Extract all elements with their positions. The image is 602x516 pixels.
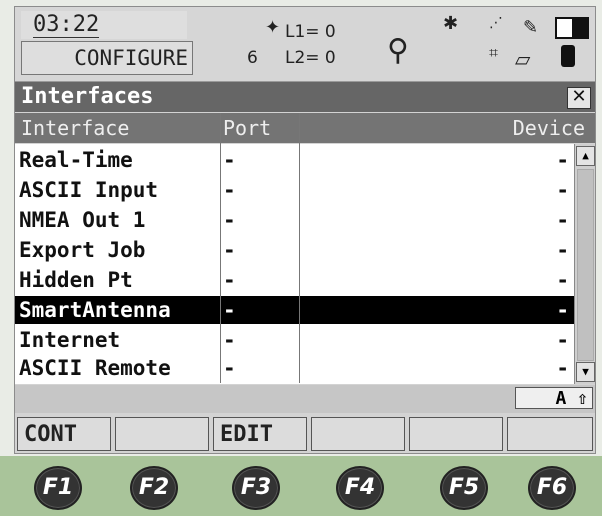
table-header: Interface Port Device xyxy=(15,113,595,143)
scroll-down-icon[interactable]: ▼ xyxy=(576,362,595,382)
pen-icon: ✎ xyxy=(523,17,539,38)
softkey-2[interactable] xyxy=(115,417,209,451)
scroll-up-icon[interactable]: ▲ xyxy=(576,146,595,166)
f3-key[interactable]: F3 xyxy=(232,466,280,510)
status-bar: 03:22 CONFIGURE ✦ L1= 0 6 L2= 0 ⚲ ✱ ⋰ ⌗ … xyxy=(15,7,595,82)
column-header-interface[interactable]: Interface xyxy=(21,113,129,143)
column-divider xyxy=(299,113,300,383)
softkey-bar: CONT EDIT xyxy=(15,417,595,453)
table-row-selected[interactable]: SmartAntenna - - xyxy=(15,296,575,324)
battery-icon xyxy=(555,17,589,39)
softkey-6[interactable] xyxy=(507,417,593,451)
column-header-port[interactable]: Port xyxy=(223,113,271,143)
table-row[interactable]: ASCII Remote - - xyxy=(15,354,575,382)
table-row[interactable]: Internet - - xyxy=(15,326,575,354)
surveyor-icon: ⚲ xyxy=(387,33,409,68)
f5-key[interactable]: F5 xyxy=(440,466,488,510)
clock: 03:22 xyxy=(21,11,187,39)
satellite-icon: ✦ xyxy=(265,17,281,38)
column-divider xyxy=(220,113,221,383)
l1-readout: L1= 0 xyxy=(285,22,336,42)
memory-icon: ⌗ xyxy=(489,43,499,62)
device-screen: 03:22 CONFIGURE ✦ L1= 0 6 L2= 0 ⚲ ✱ ⋰ ⌗ … xyxy=(14,6,596,454)
f6-key[interactable]: F6 xyxy=(528,466,576,510)
f1-key[interactable]: F1 xyxy=(34,466,82,510)
interfaces-table: Real-Time - - ASCII Input - - NMEA Out 1-- E… xyxy=(15,144,595,384)
function-key-row: F1 F2 F3 F4 F5 F6 xyxy=(0,456,602,516)
table-row[interactable]: ASCII Input - - xyxy=(15,176,575,204)
radio-icon: ⋰ xyxy=(489,15,503,31)
softkey-4[interactable] xyxy=(311,417,405,451)
current-panel-label: CONFIGURE xyxy=(21,41,193,75)
card-icon: ▱ xyxy=(515,47,531,71)
info-strip xyxy=(15,385,595,413)
softkey-5[interactable] xyxy=(409,417,503,451)
table-row[interactable]: NMEA Out 1-- xyxy=(15,206,575,234)
cont-softkey[interactable]: CONT xyxy=(17,417,111,451)
f4-key[interactable]: F4 xyxy=(336,466,384,510)
sd-card-icon xyxy=(561,45,575,67)
vertical-scrollbar[interactable]: ▲ ▼ xyxy=(574,144,595,384)
satellite-count: 6 xyxy=(247,48,258,68)
bluetooth-icon: ✱ xyxy=(443,13,459,34)
close-button[interactable]: ✕ xyxy=(567,87,591,109)
table-row[interactable]: Hidden Pt - - xyxy=(15,266,575,294)
table-row[interactable]: Export Job - - xyxy=(15,236,575,264)
scroll-thumb[interactable] xyxy=(577,169,594,361)
input-mode-indicator: A ⇧ xyxy=(515,387,593,409)
column-header-device[interactable]: Device xyxy=(513,113,585,143)
edit-softkey[interactable]: EDIT xyxy=(213,417,307,451)
window-title: Interfaces xyxy=(15,82,595,112)
table-row[interactable]: Real-Time - - xyxy=(15,146,575,174)
l2-readout: L2= 0 xyxy=(285,48,336,68)
f2-key[interactable]: F2 xyxy=(130,466,178,510)
